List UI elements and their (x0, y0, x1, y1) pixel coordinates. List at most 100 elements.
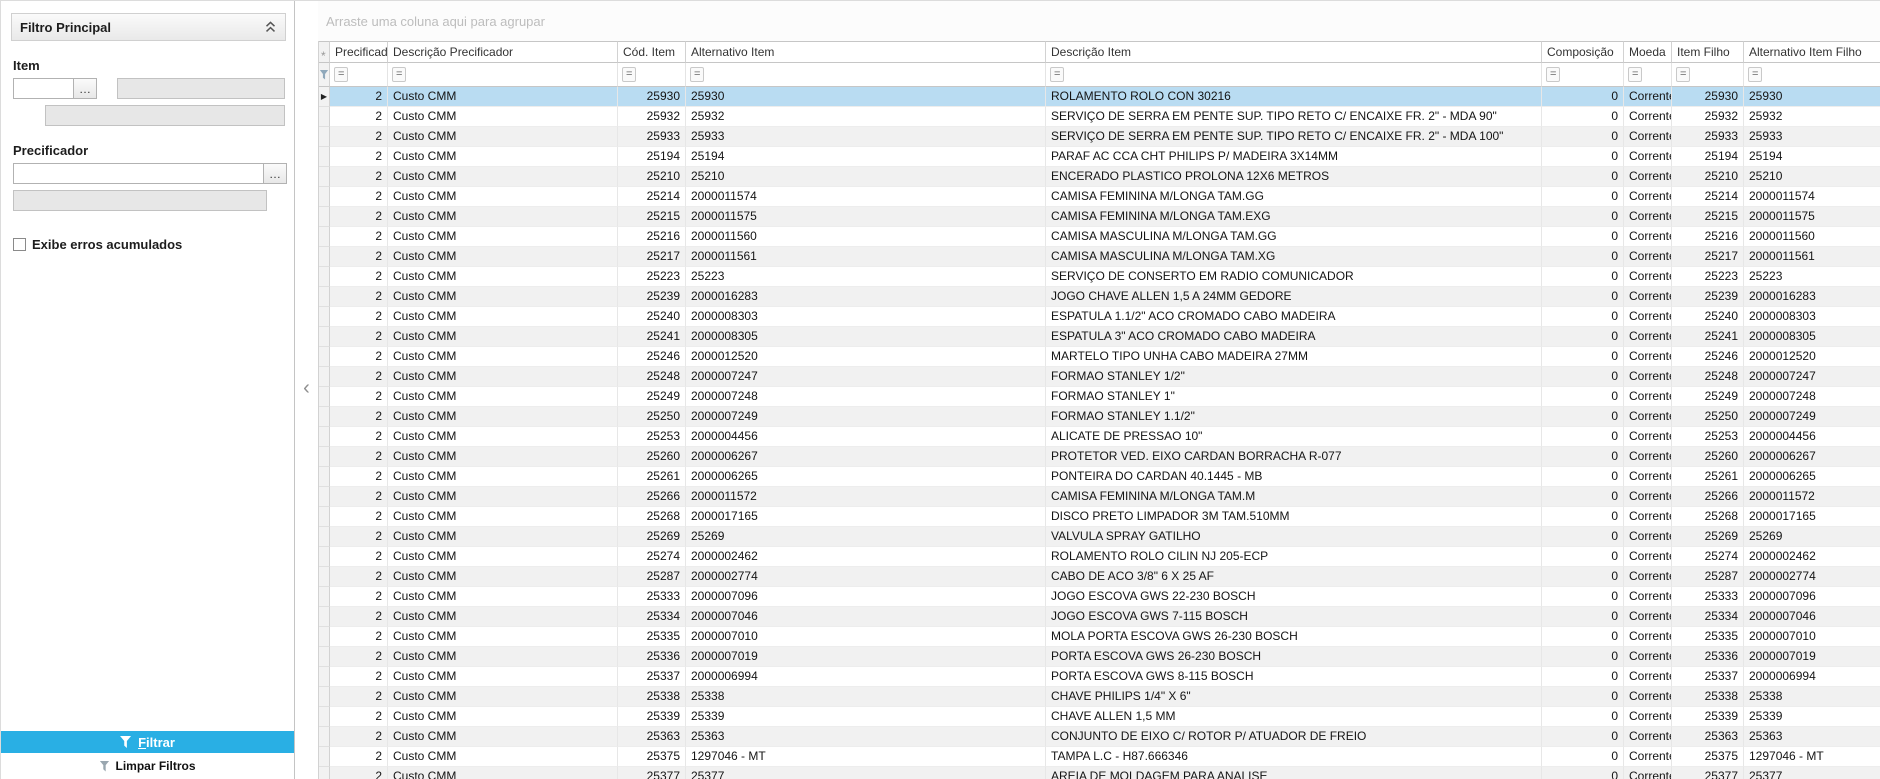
grid-cell[interactable]: 2 (330, 547, 388, 567)
table-row[interactable]: 2 Custo CMM 25250 2000007249 FORMAO STANLEY … (319, 407, 1880, 427)
grid-cell[interactable]: Custo CMM (388, 87, 618, 107)
filter-cell-precificador[interactable]: = (330, 63, 388, 87)
grid-cell[interactable]: 2 (330, 707, 388, 727)
grid-cell[interactable]: 2000012520 (1744, 347, 1880, 367)
grid-cell[interactable]: Custo CMM (388, 567, 618, 587)
grid-cell[interactable]: Corrente (1624, 467, 1672, 487)
table-row[interactable]: 2 Custo CMM 25375 1297046 - MT TAMPA L.C - H… (319, 747, 1880, 767)
precificador-input[interactable] (13, 163, 263, 184)
grid-cell[interactable]: 25375 (1672, 747, 1744, 767)
column-header-precificador[interactable]: Precificador (330, 41, 388, 63)
grid-cell[interactable]: 2000006265 (1744, 467, 1880, 487)
grid-cell[interactable]: 2 (330, 587, 388, 607)
grid-cell[interactable]: 0 (1542, 527, 1624, 547)
grid-cell[interactable]: 25269 (1744, 527, 1880, 547)
table-row[interactable]: 2 Custo CMM 25336 2000007019 PORTA ESCOVA GW… (319, 647, 1880, 667)
grid-cell[interactable]: 25260 (1672, 447, 1744, 467)
grid-cell[interactable]: 25933 (686, 127, 1046, 147)
table-row[interactable]: 2 Custo CMM 25363 25363 CONJUNTO DE EIXO C/ … (319, 727, 1880, 747)
grid-cell[interactable]: 25269 (686, 527, 1046, 547)
grid-cell[interactable]: 25246 (1672, 347, 1744, 367)
grid-cell[interactable]: 2000006267 (686, 447, 1046, 467)
exibe-erros-row[interactable]: Exibe erros acumulados (13, 237, 294, 252)
grid-cell[interactable]: Custo CMM (388, 727, 618, 747)
grid-cell[interactable]: 0 (1542, 727, 1624, 747)
table-row[interactable]: 2 Custo CMM 25335 2000007010 MOLA PORTA ESCO… (319, 627, 1880, 647)
filter-cell-composicao[interactable]: = (1542, 63, 1624, 87)
grid-cell[interactable]: 2 (330, 267, 388, 287)
grid-cell[interactable]: 2000006994 (686, 667, 1046, 687)
grid-cell[interactable]: 25336 (1672, 647, 1744, 667)
grid-cell[interactable]: 2 (330, 567, 388, 587)
grid-cell[interactable]: Corrente (1624, 647, 1672, 667)
grid-cell[interactable]: Corrente (1624, 147, 1672, 167)
table-row[interactable]: 2 Custo CMM 25932 25932 SERVIÇO DE SERRA EM … (319, 107, 1880, 127)
grid-cell[interactable]: 0 (1542, 587, 1624, 607)
table-row[interactable]: 2 Custo CMM 25334 2000007046 JOGO ESCOVA GWS… (319, 607, 1880, 627)
grid-cell[interactable]: 25337 (618, 667, 686, 687)
column-header-alternativo-item-filho[interactable]: Alternativo Item Filho (1744, 41, 1880, 63)
grid-cell[interactable]: Custo CMM (388, 167, 618, 187)
grid-cell[interactable]: 25223 (618, 267, 686, 287)
table-row[interactable]: 2 Custo CMM 25194 25194 PARAF AC CCA CHT PHI… (319, 147, 1880, 167)
grid-cell[interactable]: CABO DE ACO 3/8" 6 X 25 AF (1046, 567, 1542, 587)
grid-cell[interactable]: 2000006994 (1744, 667, 1880, 687)
grid-cell[interactable]: 2000004456 (1744, 427, 1880, 447)
grid-cell[interactable]: ENCERADO PLASTICO PROLONA 12X6 METROS (1046, 167, 1542, 187)
grid-cell[interactable]: 25266 (1672, 487, 1744, 507)
grid-cell[interactable]: 25214 (618, 187, 686, 207)
grid-cell[interactable]: CAMISA FEMININA M/LONGA TAM.GG (1046, 187, 1542, 207)
grid-cell[interactable]: 2 (330, 427, 388, 447)
column-header-composicao[interactable]: Composição (1542, 41, 1624, 63)
grid-cell[interactable]: 25210 (686, 167, 1046, 187)
grid-cell[interactable]: 25363 (618, 727, 686, 747)
column-header-item-filho[interactable]: Item Filho (1672, 41, 1744, 63)
grid-cell[interactable]: Custo CMM (388, 647, 618, 667)
grid-cell[interactable]: 25214 (1672, 187, 1744, 207)
grid-cell[interactable]: Corrente (1624, 207, 1672, 227)
grid-cell[interactable]: 2000011575 (686, 207, 1046, 227)
grid-cell[interactable]: Corrente (1624, 327, 1672, 347)
grid-cell[interactable]: Corrente (1624, 307, 1672, 327)
grid-cell[interactable]: 1297046 - MT (686, 747, 1046, 767)
grid-cell[interactable]: 0 (1542, 207, 1624, 227)
grid-cell[interactable]: 25268 (1672, 507, 1744, 527)
grid-cell[interactable]: 0 (1542, 327, 1624, 347)
grid-cell[interactable]: 2 (330, 507, 388, 527)
grid-cell[interactable]: Custo CMM (388, 527, 618, 547)
grid-cell[interactable]: Custo CMM (388, 187, 618, 207)
grid-cell[interactable]: 25248 (1672, 367, 1744, 387)
grid-cell[interactable]: Custo CMM (388, 627, 618, 647)
table-row[interactable]: 2 Custo CMM 25216 2000011560 CAMISA MASCULIN… (319, 227, 1880, 247)
grid-cell[interactable]: 25930 (1744, 87, 1880, 107)
table-row[interactable]: 2 Custo CMM 25338 25338 CHAVE PHILIPS 1/4" X… (319, 687, 1880, 707)
grid-cell[interactable]: JOGO ESCOVA GWS 22-230 BOSCH (1046, 587, 1542, 607)
grid-cell[interactable]: 25274 (618, 547, 686, 567)
grid-cell[interactable]: 25377 (686, 767, 1046, 779)
grid-cell[interactable]: 1297046 - MT (1744, 747, 1880, 767)
grid-cell[interactable]: 2000002462 (1744, 547, 1880, 567)
grid-cell[interactable]: Corrente (1624, 187, 1672, 207)
grid-cell[interactable]: DISCO PRETO LIMPADOR 3M TAM.510MM (1046, 507, 1542, 527)
grid-cell[interactable]: Corrente (1624, 167, 1672, 187)
grid-cell[interactable]: 25210 (1672, 167, 1744, 187)
grid-cell[interactable]: Custo CMM (388, 267, 618, 287)
grid-cell[interactable]: MOLA PORTA ESCOVA GWS 26-230 BOSCH (1046, 627, 1542, 647)
grid-cell[interactable]: 2000007247 (1744, 367, 1880, 387)
grid-cell[interactable]: 2 (330, 367, 388, 387)
grid-cell[interactable]: 0 (1542, 767, 1624, 779)
grid-cell[interactable]: Custo CMM (388, 747, 618, 767)
table-row[interactable]: 2 Custo CMM 25274 2000002462 ROLAMENTO ROLO … (319, 547, 1880, 567)
grid-cell[interactable]: CAMISA FEMININA M/LONGA TAM.M (1046, 487, 1542, 507)
grid-cell[interactable]: Corrente (1624, 387, 1672, 407)
table-row[interactable]: 2 Custo CMM 25215 2000011575 CAMISA FEMININA… (319, 207, 1880, 227)
grid-cell[interactable]: 0 (1542, 667, 1624, 687)
grid-cell[interactable]: 2000007248 (1744, 387, 1880, 407)
filter-operator-icon[interactable]: = (392, 67, 407, 82)
grid-cell[interactable]: Custo CMM (388, 767, 618, 779)
grid-cell[interactable]: 0 (1542, 307, 1624, 327)
table-row[interactable]: 2 Custo CMM 25333 2000007096 JOGO ESCOVA GWS… (319, 587, 1880, 607)
grid-cell[interactable]: SERVIÇO DE SERRA EM PENTE SUP. TIPO RETO… (1046, 127, 1542, 147)
grid-cell[interactable]: 2 (330, 647, 388, 667)
grid-cell[interactable]: 0 (1542, 607, 1624, 627)
